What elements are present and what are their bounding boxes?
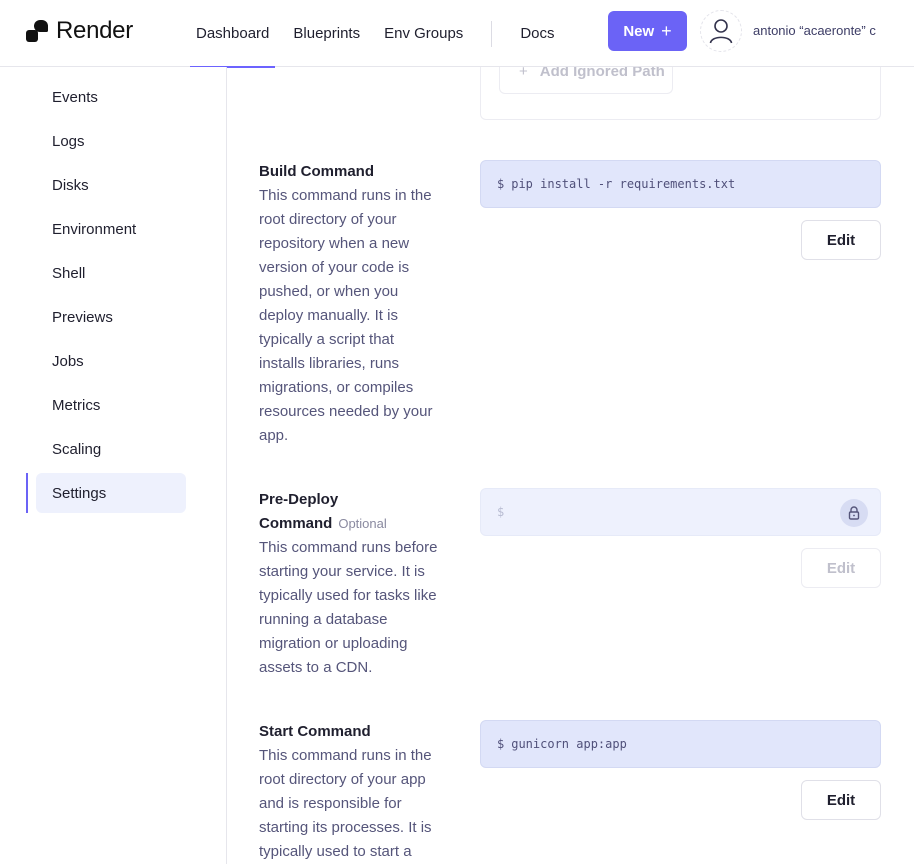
service-sidebar: Events Logs Disks Environment Shell Prev…: [0, 67, 227, 864]
plus-icon: +: [661, 21, 672, 41]
sidebar-item-shell[interactable]: Shell: [36, 253, 186, 293]
build-command-value: pip install -r requirements.txt: [511, 177, 736, 191]
start-command-title: Start Command: [259, 723, 371, 740]
start-command-edit-button[interactable]: Edit: [801, 780, 881, 820]
add-ignored-path-button[interactable]: + Add Ignored Path: [499, 67, 673, 94]
sidebar-active-indicator: [26, 473, 28, 513]
render-logo[interactable]: Render: [26, 17, 133, 45]
build-command-field: $ pip install -r requirements.txt: [480, 160, 881, 208]
sidebar-item-events[interactable]: Events: [36, 77, 186, 117]
predeploy-title-line2: Command: [259, 515, 333, 532]
start-command-field: $ gunicorn app:app: [480, 720, 881, 768]
prompt-symbol: $: [497, 177, 505, 191]
nav-env-groups[interactable]: Env Groups: [378, 0, 469, 67]
optional-label: Optional: [338, 516, 387, 531]
sidebar-item-disks[interactable]: Disks: [36, 165, 186, 205]
main-nav: Dashboard Blueprints Env Groups Docs: [190, 0, 561, 68]
build-command-description: This command runs in the root directory …: [259, 187, 433, 444]
start-command-description: This command runs in the root directory …: [259, 747, 432, 860]
predeploy-command-title: Pre-Deploy Command Optional: [259, 488, 387, 536]
build-command-title: Build Command: [259, 163, 374, 180]
top-header: Render Dashboard Blueprints Env Groups D…: [0, 0, 914, 68]
prompt-symbol: $: [497, 737, 505, 751]
start-command-value: gunicorn app:app: [511, 737, 627, 751]
nav-docs[interactable]: Docs: [514, 0, 560, 67]
sidebar-item-previews[interactable]: Previews: [36, 297, 186, 337]
sidebar-item-jobs[interactable]: Jobs: [36, 341, 186, 381]
predeploy-title-line1: Pre-Deploy: [259, 491, 339, 508]
ignored-paths-panel: + Add Ignored Path: [480, 67, 881, 120]
sidebar-item-metrics[interactable]: Metrics: [36, 385, 186, 425]
build-command-edit-button[interactable]: Edit: [801, 220, 881, 260]
predeploy-command-edit-button[interactable]: Edit: [801, 548, 881, 588]
new-button-label: New: [623, 22, 655, 40]
nav-dashboard[interactable]: Dashboard: [190, 0, 276, 68]
lock-icon: [848, 506, 860, 520]
sidebar-item-environment[interactable]: Environment: [36, 209, 186, 249]
brand-name: Render: [56, 17, 133, 44]
user-icon: [709, 19, 733, 44]
predeploy-command-field: $: [480, 488, 881, 536]
sidebar-item-settings[interactable]: Settings: [36, 473, 186, 513]
sidebar-item-scaling[interactable]: Scaling: [36, 429, 186, 469]
nav-blueprints[interactable]: Blueprints: [287, 0, 366, 67]
lock-button[interactable]: [840, 499, 868, 527]
predeploy-command-description: This command runs before starting your s…: [259, 539, 438, 676]
avatar[interactable]: [700, 10, 742, 52]
sidebar-item-logs[interactable]: Logs: [36, 121, 186, 161]
render-logo-icon: [26, 20, 48, 42]
settings-main: + Add Ignored Path Build Command This co…: [228, 67, 914, 864]
add-ignored-path-label: Add Ignored Path: [539, 67, 665, 80]
prompt-symbol: $: [497, 505, 505, 519]
nav-divider: [491, 20, 493, 47]
plus-icon: +: [519, 67, 528, 80]
user-name[interactable]: antonio “acaeronte” c: [753, 23, 914, 38]
new-button[interactable]: New +: [608, 11, 687, 51]
